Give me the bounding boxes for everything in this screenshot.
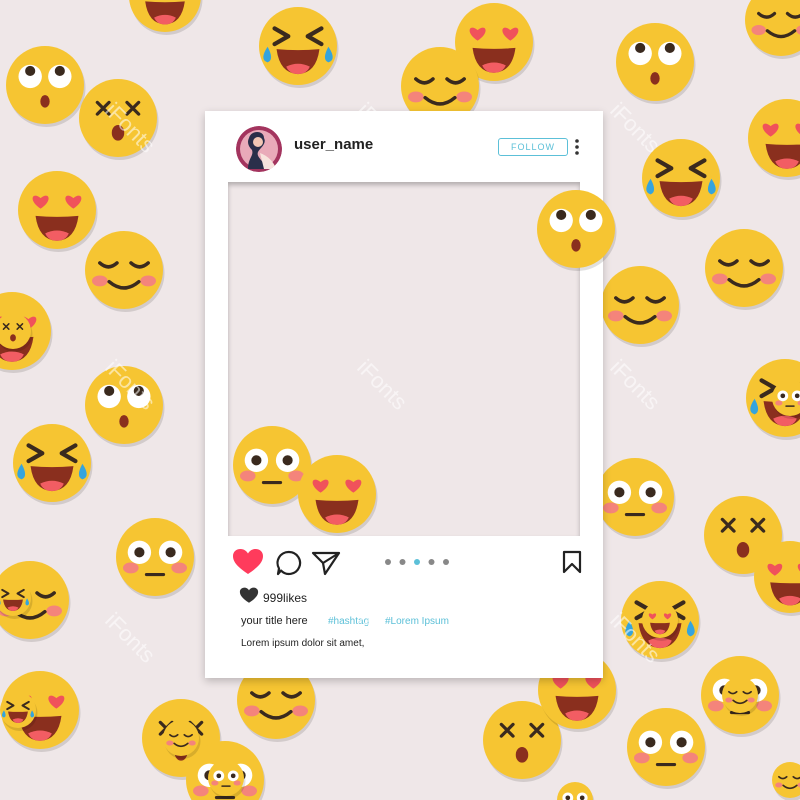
bookmark-icon[interactable] [562,550,582,574]
hashtag[interactable]: #Lorem Ipsum [385,616,449,627]
smiling-blush-emoji [705,229,785,310]
dizzy-face-emoji [704,496,784,577]
flushed-emoji [772,380,800,419]
heart-eyes-emoji [129,0,203,35]
grinning-squint-tears-emoji [0,692,38,731]
username[interactable]: user_name [294,136,373,153]
heart-eyes-emoji [0,292,53,373]
dizzy-face-emoji [142,699,222,780]
heart-eyes-emoji [748,99,800,180]
more-options-icon[interactable] [573,138,581,156]
avatar[interactable] [236,126,282,172]
grinning-squint-tears-emoji [621,581,701,662]
smiling-blush-emoji [772,762,800,800]
relieved-smile-emoji [85,231,165,312]
grinning-squint-tears-emoji [746,359,800,440]
flushed-emoji [701,656,781,737]
grinning-squint-tears-emoji [259,7,339,88]
watermark-text: iFonts [100,607,161,668]
likes-count: 999likes [263,591,308,605]
instagram-post-frame: user_name FOLLOW 999likes your title her… [205,111,603,678]
flushed-emoji [208,760,246,799]
relieved-smile-emoji [601,266,681,347]
likes-heart-icon [239,587,259,603]
carousel-dot [399,559,406,565]
hashtag[interactable]: #hashtag [328,616,369,627]
rolling-eyes-surprised-emoji [6,46,86,127]
relieved-smile-emoji [0,561,71,642]
dizzy-face-emoji [0,313,33,352]
heart-eyes-emoji [1,671,81,752]
carousel-dot [428,559,435,565]
share-icon[interactable] [311,550,341,576]
heart-eyes-emoji [18,171,98,252]
grinning-squint-tears-emoji [642,139,722,220]
heart-icon[interactable] [232,548,264,576]
rolling-eyes-surprised-emoji [85,366,165,447]
heart-eyes-emoji [642,602,680,641]
grinning-squint-tears-emoji [13,424,93,505]
flushed-emoji [557,782,595,800]
grinning-squint-tears-emoji [0,580,33,619]
watermark-text: iFonts [605,607,666,668]
smiling-blush-emoji [163,720,201,759]
carousel-dot [414,559,420,565]
carousel-dot [385,559,391,565]
heart-eyes-emoji [455,3,535,84]
watermark-text: iFonts [100,354,161,415]
smiling-blush-emoji [745,0,800,59]
post-caption: Lorem ipsum dolor sit amet, [241,638,365,649]
flushed-emoji [116,518,196,599]
follow-button[interactable]: FOLLOW [498,138,568,156]
carousel-dot [443,559,449,565]
watermark-text: iFonts [100,97,161,158]
dizzy-face-emoji [79,79,159,160]
comment-icon[interactable] [276,550,302,576]
post-title: your title here [241,615,308,627]
watermark-text: iFonts [605,97,666,158]
watermark-text: iFonts [605,354,666,415]
relieved-smile-emoji [722,677,760,716]
heart-eyes-emoji [754,541,800,616]
flushed-emoji [186,741,266,800]
surprised-rolling-eyes-emoji [616,23,696,104]
photo-area [228,182,580,536]
dizzy-face-emoji [483,701,563,782]
carousel-indicator [385,559,449,565]
flushed-emoji [596,458,676,539]
flushed-emoji [627,708,707,789]
